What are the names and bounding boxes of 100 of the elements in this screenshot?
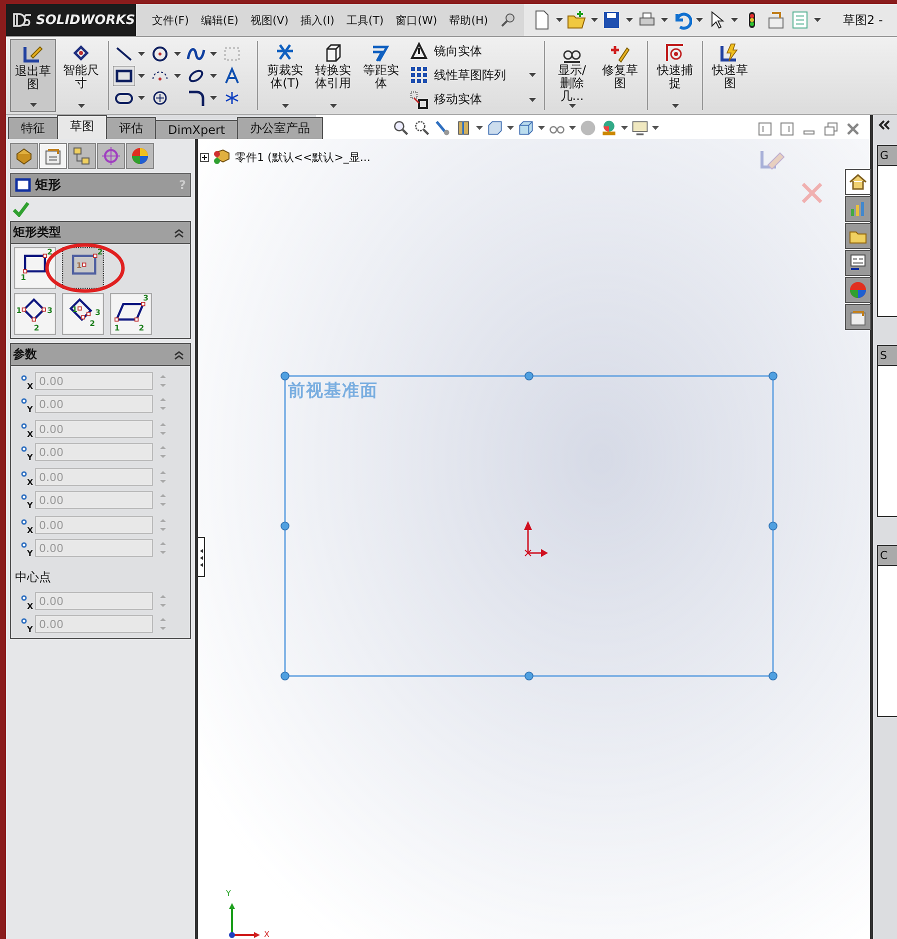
rectangle-icon bbox=[15, 178, 31, 192]
point-icon bbox=[21, 618, 27, 624]
section-label: 中心点 bbox=[15, 569, 52, 586]
home-icon[interactable] bbox=[845, 169, 871, 195]
ribbon-button[interactable]: 剪裁实体(T) bbox=[262, 39, 308, 112]
menu-item[interactable]: 插入(I) bbox=[300, 12, 334, 28]
checkmark-icon[interactable] bbox=[12, 201, 30, 217]
caret-icon[interactable] bbox=[30, 103, 36, 107]
ribbon-button[interactable]: 显示/删除几... bbox=[549, 39, 595, 112]
ribbon-button[interactable]: 智能尺寸 bbox=[58, 39, 104, 112]
ribbon-button[interactable]: 快速草图 bbox=[707, 39, 753, 112]
checklist-icon[interactable] bbox=[790, 10, 810, 30]
part-name[interactable]: 零件1 (默认<<默认>_显... bbox=[235, 150, 370, 164]
caret-icon[interactable] bbox=[138, 52, 145, 56]
command-tab[interactable]: DimXpert bbox=[155, 120, 238, 139]
configuration-icon[interactable] bbox=[68, 143, 96, 169]
section-header[interactable]: C bbox=[878, 546, 897, 566]
restore-icon[interactable] bbox=[824, 122, 838, 136]
section-header[interactable]: S bbox=[878, 346, 897, 366]
command-tab[interactable]: 评估 bbox=[106, 117, 156, 139]
folder-icon[interactable] bbox=[845, 223, 871, 249]
caret-icon[interactable] bbox=[174, 74, 181, 78]
chart-icon[interactable] bbox=[845, 196, 871, 222]
caret-icon[interactable] bbox=[138, 96, 145, 100]
command-tab[interactable]: 特征 bbox=[8, 117, 58, 139]
caret-icon[interactable] bbox=[568, 104, 576, 108]
menu-item[interactable]: 窗口(W) bbox=[396, 12, 438, 28]
caret-icon[interactable] bbox=[538, 126, 546, 130]
view-orientation-icon[interactable] bbox=[486, 119, 504, 137]
caret-icon[interactable] bbox=[282, 104, 288, 108]
caret-icon[interactable] bbox=[814, 18, 822, 22]
origin-icon bbox=[524, 521, 548, 557]
zoom-fit-icon[interactable] bbox=[392, 119, 410, 137]
ds-logo-icon bbox=[12, 12, 32, 28]
panel-title: 矩形 bbox=[35, 177, 61, 194]
caret-icon[interactable] bbox=[138, 74, 145, 78]
cube-icon[interactable] bbox=[517, 119, 536, 137]
axis-label: Y bbox=[226, 889, 231, 898]
caret-icon[interactable] bbox=[672, 104, 678, 108]
menu-item[interactable]: 工具(T) bbox=[346, 12, 384, 28]
ribbon-item[interactable]: 移动实体 bbox=[434, 91, 523, 108]
options-icon[interactable] bbox=[766, 10, 786, 30]
property-manager-icon[interactable] bbox=[39, 143, 67, 169]
mirror-icon[interactable] bbox=[410, 42, 428, 60]
ribbon-button[interactable]: 修复草图 bbox=[597, 39, 643, 112]
ribbon-item[interactable]: 线性草图阵列 bbox=[434, 66, 523, 84]
ribbon-button[interactable]: 转换实体引用 bbox=[310, 39, 356, 112]
caret-icon[interactable] bbox=[591, 18, 598, 22]
view-palette-icon[interactable] bbox=[845, 250, 871, 276]
move-icon[interactable] bbox=[410, 90, 428, 109]
caret-icon[interactable] bbox=[621, 126, 628, 130]
caret-icon[interactable] bbox=[731, 18, 738, 22]
menu-item[interactable]: 视图(V) bbox=[250, 12, 289, 28]
caret-icon[interactable] bbox=[626, 18, 634, 22]
caret-icon[interactable] bbox=[569, 126, 576, 130]
caret-icon[interactable] bbox=[210, 96, 217, 100]
caret-icon[interactable] bbox=[210, 52, 217, 56]
expand-icon[interactable] bbox=[200, 152, 209, 162]
ribbon-button[interactable]: 快速捕捉 bbox=[652, 39, 698, 112]
monitor-icon[interactable] bbox=[631, 119, 650, 137]
menu-item[interactable]: 编辑(E) bbox=[200, 12, 238, 28]
open-folder-icon[interactable] bbox=[567, 10, 588, 30]
caret-icon[interactable] bbox=[330, 104, 336, 108]
caret-icon[interactable] bbox=[476, 126, 484, 130]
collapse-icon[interactable] bbox=[174, 350, 184, 360]
collapse-icon[interactable] bbox=[174, 228, 184, 238]
point-icon bbox=[21, 494, 27, 500]
caret-icon[interactable] bbox=[696, 18, 704, 22]
caret-icon[interactable] bbox=[210, 74, 217, 78]
caret-icon[interactable] bbox=[661, 18, 668, 22]
double-chevron-icon[interactable] bbox=[876, 119, 892, 131]
caret-icon[interactable] bbox=[652, 126, 660, 130]
caret-icon[interactable] bbox=[529, 73, 536, 78]
command-tab[interactable]: 草图 bbox=[57, 115, 107, 139]
properties-icon[interactable] bbox=[845, 304, 871, 330]
ribbon-button[interactable]: 等距实体 bbox=[358, 39, 404, 112]
feature-tree-icon[interactable] bbox=[10, 143, 38, 169]
split-right-icon[interactable] bbox=[780, 122, 794, 136]
appearance-icon[interactable] bbox=[600, 119, 618, 137]
caret-icon[interactable] bbox=[556, 18, 564, 22]
menu-item[interactable]: 文件(F) bbox=[152, 12, 189, 28]
appearance-icon[interactable] bbox=[126, 143, 154, 169]
axis-label: X bbox=[264, 930, 270, 939]
document-title: 草图2 - bbox=[843, 12, 883, 28]
caret-icon[interactable] bbox=[529, 98, 536, 102]
collapse-tab-icon[interactable] bbox=[197, 537, 205, 577]
axis-label: X bbox=[27, 382, 34, 391]
caret-icon[interactable] bbox=[507, 126, 514, 130]
split-left-icon[interactable] bbox=[758, 122, 772, 136]
zoom-area-icon[interactable] bbox=[413, 119, 432, 137]
caret-icon[interactable] bbox=[174, 52, 181, 56]
ribbon-button[interactable]: 退出草图 bbox=[10, 39, 56, 112]
ribbon-item[interactable]: 镜向实体 bbox=[434, 42, 536, 60]
section-header[interactable]: G bbox=[878, 146, 897, 166]
menu-item[interactable]: 帮助(H) bbox=[449, 12, 488, 28]
caret-icon[interactable] bbox=[78, 104, 84, 108]
close-icon[interactable] bbox=[846, 122, 860, 136]
grid-dots-icon[interactable] bbox=[410, 66, 428, 84]
command-tab[interactable]: 办公室产品 bbox=[237, 117, 324, 139]
crosshair-icon[interactable] bbox=[97, 143, 125, 169]
